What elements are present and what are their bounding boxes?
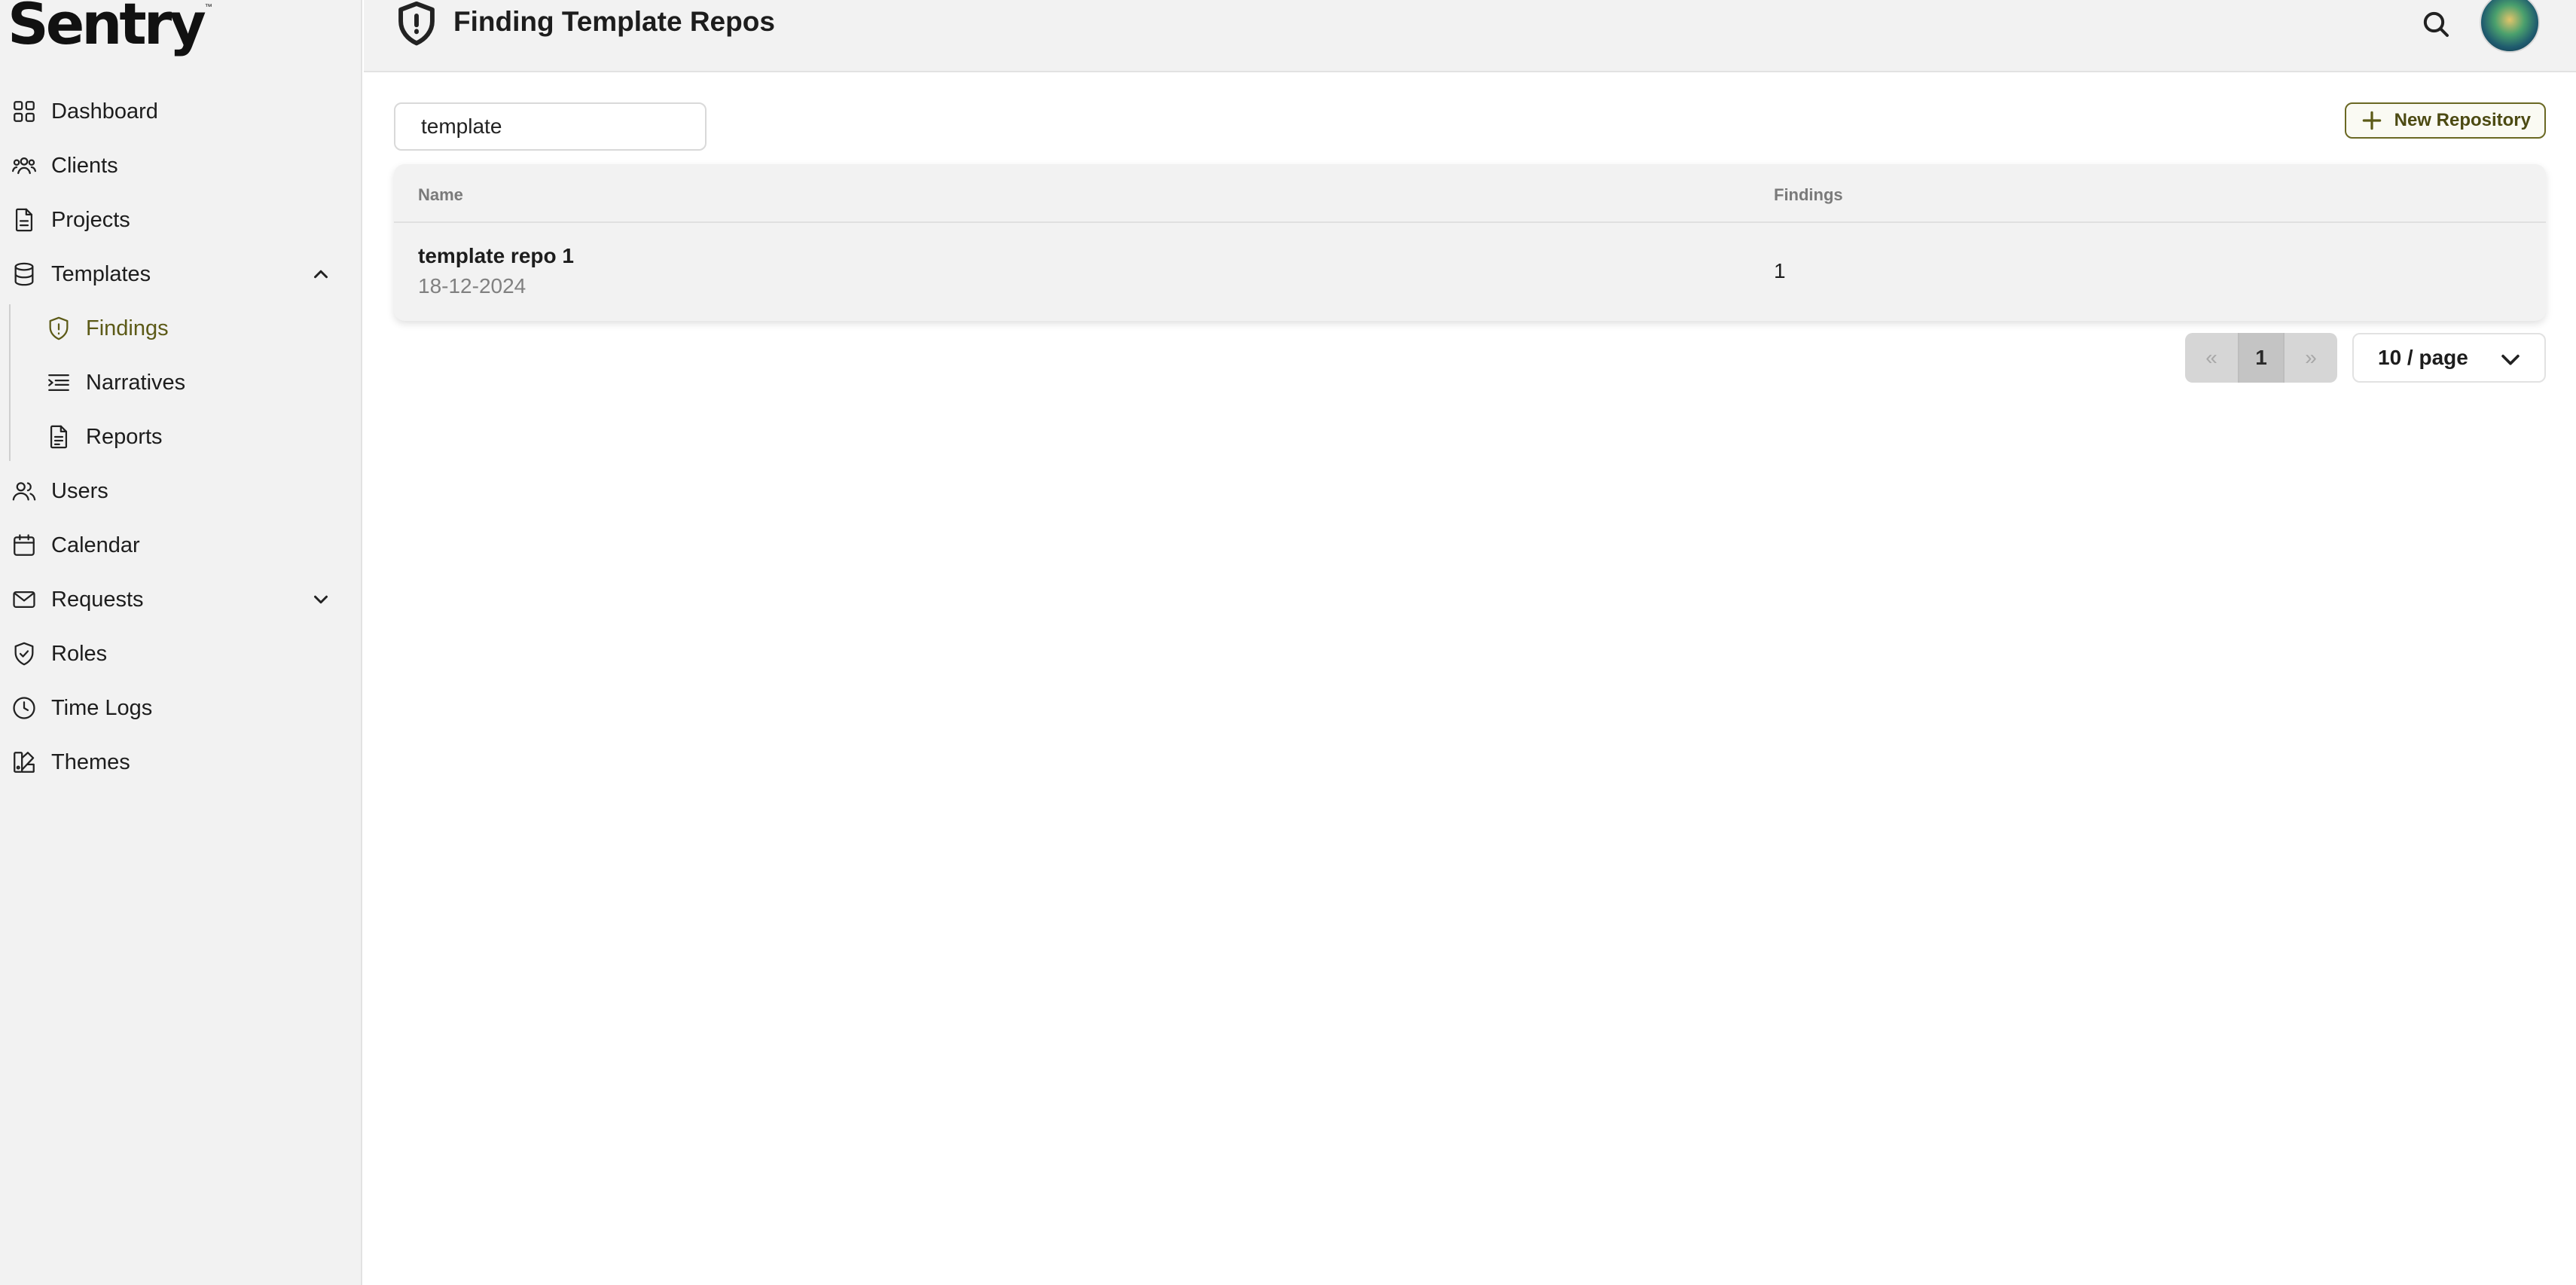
logo-trademark: ™ [204,3,212,11]
document-icon [11,206,38,233]
sidebar-item-findings[interactable]: Findings [0,301,361,356]
prev-page-button[interactable]: « [2185,333,2238,383]
new-repository-label: New Repository [2394,110,2531,130]
sidebar-item-dashboard[interactable]: Dashboard [0,84,361,139]
new-repository-button[interactable]: New Repository [2344,102,2546,139]
sidebar-item-templates[interactable]: Templates [0,247,361,301]
search-input[interactable] [394,102,707,151]
sidebar-item-label: Narratives [86,370,186,395]
chevron-down-icon[interactable] [310,588,332,611]
sidebar-item-label: Time Logs [51,695,153,720]
sidebar-nav: Dashboard Clients Projects Templates Fin… [0,84,361,789]
repo-date: 18-12-2024 [418,274,526,298]
clock-icon [11,694,38,722]
mail-icon [11,586,38,613]
sidebar-item-label: Reports [86,424,163,449]
dashboard-icon [11,98,38,125]
main-content: New Repository Name Findings template re… [364,72,2576,1285]
sidebar-item-label: Projects [51,207,130,232]
app-logo[interactable]: Sentry ™ [8,0,212,54]
sidebar-item-label: Clients [51,153,118,178]
top-header: Finding Template Repos [364,0,2576,72]
sidebar-item-projects[interactable]: Projects [0,193,361,247]
shield-alert-icon [45,315,72,342]
sidebar-item-label: Themes [51,749,130,774]
sidebar-item-label: Requests [51,587,144,612]
page-size-value: 10 / page [2378,346,2468,369]
repos-table: Name Findings template repo 1 18-12-2024… [394,164,2546,321]
sidebar-item-reports[interactable]: Reports [0,410,361,464]
templates-submenu: Findings Narratives Reports [0,301,361,464]
table-header: Name Findings [394,164,2546,223]
database-icon [11,261,38,288]
repo-name[interactable]: template repo 1 [418,244,574,268]
pagination: « 1 » [2185,333,2337,383]
sidebar-item-label: Calendar [51,533,140,557]
sidebar-item-time-logs[interactable]: Time Logs [0,681,361,735]
document-text-icon [45,423,72,450]
sidebar-item-label: Roles [51,641,108,666]
palette-icon [11,749,38,776]
sidebar-item-users[interactable]: Users [0,464,361,518]
next-page-button[interactable]: » [2285,333,2337,383]
sidebar-item-requests[interactable]: Requests [0,572,361,627]
sidebar-item-narratives[interactable]: Narratives [0,356,361,410]
sidebar-item-clients[interactable]: Clients [0,139,361,193]
sidebar-item-label: Findings [86,316,169,340]
sidebar-item-label: Templates [51,261,151,286]
sidebar-item-roles[interactable]: Roles [0,627,361,681]
users-group-icon [11,152,38,179]
page-number-button[interactable]: 1 [2238,333,2285,383]
calendar-icon [11,532,38,559]
sidebar-item-label: Users [51,478,108,503]
column-header-name[interactable]: Name [418,185,463,205]
table-row[interactable]: template repo 1 18-12-2024 1 [394,224,2546,321]
search-icon[interactable] [2421,9,2451,39]
list-indent-icon [45,369,72,396]
shield-check-icon [11,640,38,667]
users-icon [11,478,38,505]
logo-text: Sentry [8,0,206,57]
sidebar: Sentry ™ Dashboard Clients Projects Temp… [0,0,362,1285]
chevron-down-icon [2501,354,2520,365]
page-size-select[interactable]: 10 / page [2352,333,2546,383]
sidebar-item-calendar[interactable]: Calendar [0,518,361,572]
page-title: Finding Template Repos [453,6,775,37]
column-header-findings[interactable]: Findings [1774,185,1843,205]
repo-findings-count: 1 [1774,259,1786,282]
sidebar-item-label: Dashboard [51,99,158,124]
sidebar-item-themes[interactable]: Themes [0,735,361,789]
avatar[interactable] [2480,0,2540,53]
plus-icon [2362,111,2381,130]
chevron-up-icon[interactable] [310,263,332,285]
shield-alert-icon [394,0,439,48]
